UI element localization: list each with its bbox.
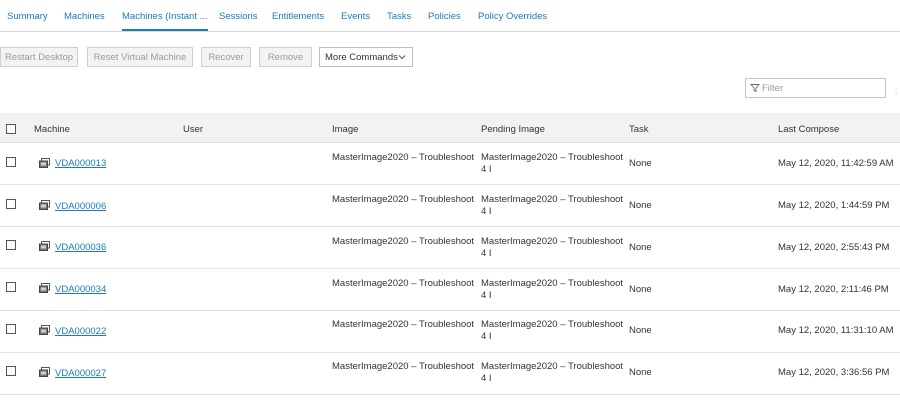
table-row[interactable]: VDA000022 MasterImage2020 – Troubleshoot… bbox=[0, 311, 900, 353]
row-checkbox[interactable] bbox=[6, 366, 16, 376]
last-compose-cell: May 12, 2020, 11:31:10 AM bbox=[778, 325, 894, 336]
table-row[interactable]: VDA000027 MasterImage2020 – Troubleshoot… bbox=[0, 353, 900, 395]
image-cell: MasterImage2020 – Troubleshoot bbox=[332, 361, 475, 372]
reset-virtual-machine-button[interactable]: Reset Virtual Machine bbox=[87, 47, 193, 67]
task-cell: None bbox=[629, 200, 652, 211]
vm-machine-icon bbox=[39, 325, 50, 335]
pending-image-cell: MasterImage2020 – Troubleshoot bbox=[481, 361, 624, 372]
pending-image-cell: MasterImage2020 – Troubleshoot bbox=[481, 278, 624, 289]
column-header-image[interactable]: Image bbox=[332, 124, 358, 135]
pending-image-cell: MasterImage2020 – Troubleshoot bbox=[481, 194, 624, 205]
machine-link[interactable]: VDA000034 bbox=[55, 284, 106, 295]
pending-image-suffix: 4 I bbox=[481, 248, 492, 259]
machine-link[interactable]: VDA000013 bbox=[55, 158, 106, 169]
vm-machine-icon bbox=[39, 200, 50, 210]
tab-sessions[interactable]: Sessions bbox=[219, 11, 258, 30]
row-checkbox[interactable] bbox=[6, 240, 16, 250]
task-cell: None bbox=[629, 367, 652, 378]
pending-image-suffix: 4 I bbox=[481, 331, 492, 342]
more-commands-dropdown[interactable]: More Commands bbox=[319, 47, 413, 67]
last-compose-cell: May 12, 2020, 2:55:43 PM bbox=[778, 242, 890, 253]
row-checkbox[interactable] bbox=[6, 157, 16, 167]
select-all-checkbox[interactable] bbox=[6, 124, 16, 134]
task-cell: None bbox=[629, 325, 652, 336]
pending-image-suffix: 4 I bbox=[481, 164, 492, 175]
column-header-pending-image[interactable]: Pending Image bbox=[481, 124, 545, 135]
table-row[interactable]: VDA000036 MasterImage2020 – Troubleshoot… bbox=[0, 227, 900, 269]
restart-desktop-button[interactable]: Restart Desktop bbox=[0, 47, 78, 67]
last-compose-cell: May 12, 2020, 2:11:46 PM bbox=[778, 284, 889, 295]
task-cell: None bbox=[629, 158, 652, 169]
last-compose-cell: May 12, 2020, 3:36:56 PM bbox=[778, 367, 890, 378]
edge-overflow-marker: : bbox=[895, 86, 898, 94]
pending-image-suffix: 4 I bbox=[481, 373, 492, 384]
row-checkbox[interactable] bbox=[6, 282, 16, 292]
recover-button[interactable]: Recover bbox=[201, 47, 251, 67]
row-checkbox[interactable] bbox=[6, 199, 16, 209]
pending-image-cell: MasterImage2020 – Troubleshoot bbox=[481, 236, 624, 247]
filter-icon bbox=[750, 84, 760, 93]
column-header-last-compose[interactable]: Last Compose bbox=[778, 124, 839, 135]
pending-image-suffix: 4 I bbox=[481, 290, 492, 301]
vm-machine-icon bbox=[39, 158, 50, 168]
image-cell: MasterImage2020 – Troubleshoot bbox=[332, 194, 475, 205]
table-row[interactable]: VDA000034 MasterImage2020 – Troubleshoot… bbox=[0, 269, 900, 311]
vm-machine-icon bbox=[39, 367, 50, 377]
more-commands-label: More Commands bbox=[325, 51, 398, 63]
remove-button[interactable]: Remove bbox=[259, 47, 312, 67]
image-cell: MasterImage2020 – Troubleshoot bbox=[332, 319, 475, 330]
tab-policy-overrides[interactable]: Policy Overrides bbox=[478, 11, 547, 30]
tab-bar: Summary Machines Machines (Instant ... S… bbox=[0, 0, 900, 32]
last-compose-cell: May 12, 2020, 1:44:59 PM bbox=[778, 200, 890, 211]
tab-policies[interactable]: Policies bbox=[428, 11, 461, 30]
row-checkbox[interactable] bbox=[6, 324, 16, 334]
tab-events[interactable]: Events bbox=[341, 11, 370, 30]
column-header-task[interactable]: Task bbox=[629, 124, 649, 135]
image-cell: MasterImage2020 – Troubleshoot bbox=[332, 236, 475, 247]
pending-image-suffix: 4 I bbox=[481, 206, 492, 217]
machine-link[interactable]: VDA000027 bbox=[55, 368, 106, 379]
chevron-down-icon bbox=[398, 55, 406, 60]
last-compose-cell: May 12, 2020, 11:42:59 AM bbox=[778, 158, 894, 169]
tab-tasks[interactable]: Tasks bbox=[387, 11, 411, 30]
table-row[interactable]: VDA000013 MasterImage2020 – Troubleshoot… bbox=[0, 143, 900, 185]
task-cell: None bbox=[629, 284, 652, 295]
column-header-machine[interactable]: Machine bbox=[34, 124, 70, 135]
pending-image-cell: MasterImage2020 – Troubleshoot bbox=[481, 152, 624, 163]
machine-link[interactable]: VDA000006 bbox=[55, 201, 106, 212]
tab-entitlements[interactable]: Entitlements bbox=[272, 11, 324, 30]
tab-summary[interactable]: Summary bbox=[7, 11, 48, 30]
table-header: Machine User Image Pending Image Task La… bbox=[0, 113, 900, 143]
filter-box bbox=[745, 78, 886, 98]
vm-machine-icon bbox=[39, 241, 50, 251]
table-row[interactable]: VDA000006 MasterImage2020 – Troubleshoot… bbox=[0, 185, 900, 227]
machine-link[interactable]: VDA000022 bbox=[55, 326, 106, 337]
tab-machines[interactable]: Machines bbox=[64, 11, 105, 30]
task-cell: None bbox=[629, 242, 652, 253]
machine-link[interactable]: VDA000036 bbox=[55, 242, 106, 253]
column-header-user[interactable]: User bbox=[183, 124, 203, 135]
tab-machines-instant[interactable]: Machines (Instant ... bbox=[122, 11, 208, 31]
filter-input[interactable] bbox=[762, 81, 880, 95]
image-cell: MasterImage2020 – Troubleshoot bbox=[332, 278, 475, 289]
vm-machine-icon bbox=[39, 283, 50, 293]
image-cell: MasterImage2020 – Troubleshoot bbox=[332, 152, 475, 163]
pending-image-cell: MasterImage2020 – Troubleshoot bbox=[481, 319, 624, 330]
